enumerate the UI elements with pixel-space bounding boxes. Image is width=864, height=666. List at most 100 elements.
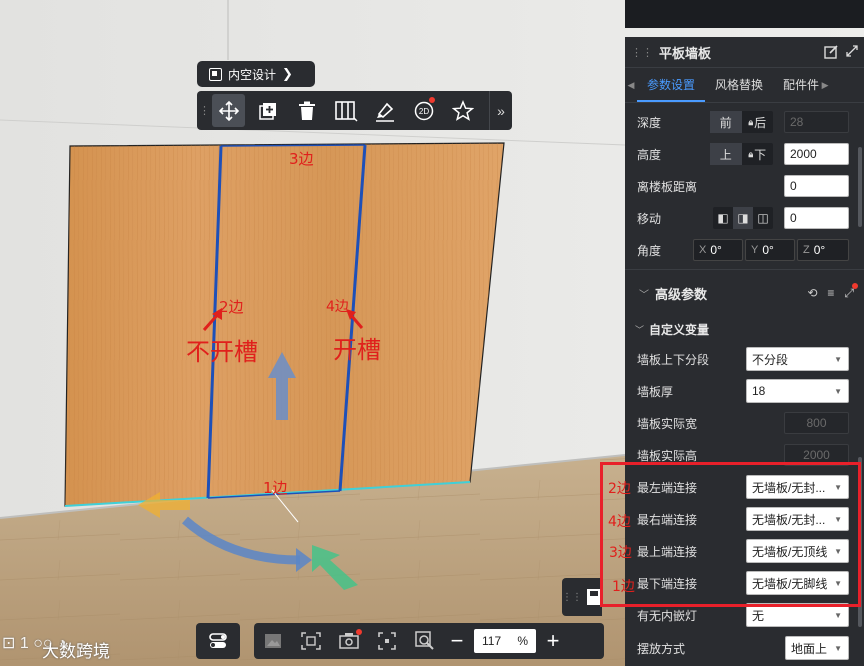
depth-input[interactable]: 28 [784,111,849,133]
depth-toggle: 前 🔒︎ 后 [710,111,773,133]
zoom-icon [415,631,434,650]
move-button[interactable] [212,94,245,127]
param-label: 墙板实际宽 [637,416,698,431]
custom-vars-header[interactable]: ﹀ 自定义变量 [625,319,864,339]
zoom-out-button[interactable]: − [444,623,470,659]
floor-distance-label: 离楼板距离 [637,179,698,194]
move-axis-x-icon[interactable]: ◧ [713,207,733,229]
expand-icon[interactable]: ⤢ [844,282,858,301]
dropdown-icon: ▼ [834,355,842,364]
expand-icon[interactable] [846,45,858,57]
thickness-select[interactable]: 18 ▼ [746,379,849,403]
split-button[interactable] [329,94,362,127]
drag-handle[interactable]: ⋮⋮ [562,592,582,603]
param-label: 摆放方式 [637,641,686,656]
view-settings-button[interactable] [330,623,368,659]
tab-scroll-left-icon[interactable]: ◀ [625,80,637,91]
brush-button[interactable] [368,94,401,127]
tab-scroll-right-icon[interactable]: ▶ [819,80,831,91]
frame-icon [209,67,222,81]
dropdown-icon: ▼ [834,387,842,396]
panel-edge-4-label: 4边 [608,514,631,530]
tab-parameters[interactable]: 参数设置 [637,68,706,102]
param-label: 墙板实际高 [637,448,698,463]
more-button[interactable]: » [489,91,512,130]
frame-select-icon [301,632,321,650]
height-row: 高度 上 🔒︎ 下 2000 [625,142,864,166]
delete-icon [298,101,315,120]
zoom-in-button[interactable]: + [540,623,566,659]
angle-z-input[interactable]: Z 0° [797,239,849,261]
placement-select[interactable]: 地面上 ▼ [785,636,849,660]
object-toolbar: ⋮⋮ 2D » [197,91,512,130]
drag-handle[interactable]: ⋮⋮ [199,104,221,117]
save-button[interactable]: ⋮⋮ [562,578,602,616]
panel-edge-1-label: 1边 [612,579,635,595]
slot-label: 开槽 [333,336,381,364]
floor-distance-input[interactable]: 0 [784,175,849,197]
height-top-button[interactable]: 上 [710,143,742,165]
tab-accessories[interactable]: 配件件 [773,68,819,102]
lock-icon: 🔒︎ [748,148,754,159]
tab-style[interactable]: 风格替换 [705,68,773,102]
move-row: 移动 ◧ ◨ ◫ 0 [625,206,864,230]
toggle-button[interactable] [196,623,240,659]
angle-y-input[interactable]: Y 0° [745,239,795,261]
height-bottom-label: 下 [754,147,767,162]
zoom-unit: % [517,634,528,648]
panel-header: ⋮⋮ 平板墙板 [625,37,864,68]
angle-x-input[interactable]: X 0° [693,239,743,261]
brush-icon [375,102,394,122]
add-button[interactable] [251,94,284,127]
depth-front-button[interactable]: 前 [710,111,742,133]
segment-select[interactable]: 不分段 ▼ [746,347,849,371]
favorite-button[interactable] [446,94,479,127]
lock-icon: 🔒︎ [748,116,754,127]
interior-design-label: 内空设计 [228,67,277,82]
select-value: 不分段 [752,352,789,367]
move-input[interactable]: 0 [784,207,849,229]
highlight-box [600,462,861,607]
move-axis-y-icon[interactable]: ◨ [733,207,753,229]
angle-row: 角度 X 0° Y 0° Z 0° [625,238,864,262]
reset-icon[interactable]: ⟲ [807,286,817,301]
height-label: 高度 [637,147,662,162]
view-toolbar: − 117 % + [254,623,604,659]
param-label: 墙板上下分段 [637,352,710,367]
move-axis-z-icon[interactable]: ◫ [753,207,773,229]
zoom-search-button[interactable] [406,623,444,659]
frame-select-button[interactable] [292,623,330,659]
height-input[interactable]: 2000 [784,143,849,165]
actual-width-input: 800 [784,412,849,434]
drag-handle[interactable]: ⋮⋮ [631,46,653,59]
image-button[interactable] [254,623,292,659]
param-row: 墙板厚 18 ▼ [625,379,864,403]
angle-z-label: Z [803,244,810,256]
panel-top-strip [625,0,864,28]
angle-x-label: X [699,244,707,256]
zoom-input[interactable]: 117 % [474,629,536,653]
interior-design-button[interactable]: 内空设计 ❯ [197,61,315,87]
filter-icon[interactable]: ≡ [827,286,834,301]
height-bottom-button[interactable]: 🔒︎ 下 [742,143,774,165]
no-slot-label: 不开槽 [186,338,258,366]
focus-icon [378,632,396,650]
edit-icon[interactable] [824,45,838,59]
chevron-down-icon: ﹀ [639,289,649,301]
advanced-title: 高级参数 [655,286,708,302]
floor-distance-row: 离楼板距离 0 [625,174,864,198]
focus-button[interactable] [368,623,406,659]
depth-label: 深度 [637,115,662,130]
advanced-section-header[interactable]: ﹀ 高级参数 ⟲ ≡ ⤢ [625,282,864,304]
scrollbar-top[interactable] [858,147,862,227]
panel-edge-3-label: 3边 [609,545,632,561]
delete-button[interactable] [290,94,323,127]
depth-back-button[interactable]: 🔒︎ 后 [742,111,774,133]
dropdown-icon: ▼ [834,611,842,620]
chevron-right-icon: ❯ [282,66,293,81]
edge-1-label: 1边 [263,479,288,497]
select-value: 18 [752,384,766,398]
edge-2-label: 2边 [219,298,244,316]
panel-edge-2-label: 2边 [608,481,631,497]
2d-view-button[interactable]: 2D [407,94,440,127]
